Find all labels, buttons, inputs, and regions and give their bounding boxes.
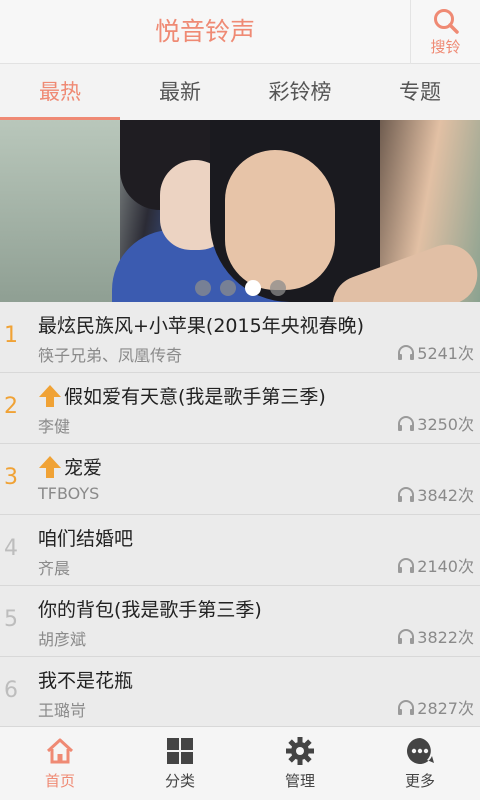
nav-home[interactable]: 首页 — [0, 727, 120, 800]
song-row[interactable]: 1 最炫民族风+小苹果(2015年央视春晚) 筷子兄弟、凤凰传奇 5241次 — [0, 302, 480, 373]
carousel-dot[interactable] — [269, 280, 286, 296]
headphone-icon — [398, 629, 415, 644]
artist-name: 筷子兄弟、凤凰传奇 — [38, 346, 183, 365]
carousel-dot-active[interactable] — [244, 280, 261, 296]
play-count: 3842次 — [397, 482, 474, 506]
carousel-dots — [0, 280, 480, 296]
song-title: 假如爱有天意(我是歌手第三季) — [38, 382, 326, 409]
carousel-dot[interactable] — [219, 280, 236, 296]
play-count: 5241次 — [397, 340, 474, 364]
artist-name: 李健 — [38, 417, 71, 436]
nav-home-label: 首页 — [44, 772, 75, 790]
nav-manage-label: 管理 — [284, 772, 315, 790]
grid-icon — [167, 738, 193, 764]
tab-newest[interactable]: 最新 — [120, 64, 240, 120]
home-icon — [46, 738, 74, 764]
nav-more-label: 更多 — [404, 772, 435, 790]
song-title: 你的背包(我是歌手第三季) — [38, 599, 262, 621]
banner-background — [0, 120, 120, 302]
play-count: 3822次 — [397, 624, 474, 648]
banner-figure-face-2 — [225, 150, 335, 290]
artist-name: 王璐岢 — [38, 701, 87, 720]
song-row[interactable]: 2 假如爱有天意(我是歌手第三季) 李健 3250次 — [0, 373, 480, 444]
nav-manage[interactable]: 管理 — [240, 727, 360, 800]
play-count: 3250次 — [397, 411, 474, 435]
search-button[interactable]: 搜铃 — [410, 0, 480, 64]
rank-number: 6 — [4, 678, 18, 703]
song-row[interactable]: 5 你的背包(我是歌手第三季) 胡彦斌 3822次 — [0, 586, 480, 657]
search-label: 搜铃 — [430, 38, 461, 56]
gear-icon — [286, 737, 314, 765]
rank-number: 3 — [4, 465, 18, 490]
rank-up-arrow-icon — [39, 384, 61, 407]
app-title: 悦音铃声 — [154, 17, 255, 46]
artist-name: TFBOYS — [38, 484, 100, 503]
tab-ringback-chart[interactable]: 彩铃榜 — [240, 64, 360, 120]
song-row[interactable]: 6 我不是花瓶 王璐岢 2827次 — [0, 657, 480, 728]
play-count: 2827次 — [397, 695, 474, 719]
bottom-nav: 首页 分类 管理 更多 — [0, 726, 480, 800]
carousel-dot[interactable] — [194, 280, 211, 296]
app-header: 悦音铃声 搜铃 — [0, 0, 480, 64]
song-row[interactable]: 4 咱们结婚吧 齐晨 2140次 — [0, 515, 480, 586]
artist-name: 齐晨 — [38, 559, 71, 578]
nav-more[interactable]: 更多 — [360, 727, 480, 800]
rank-number: 4 — [4, 536, 18, 561]
artist-name: 胡彦斌 — [38, 630, 87, 649]
search-icon — [433, 9, 459, 34]
tab-bar: 最热 最新 彩铃榜 专题 — [0, 64, 480, 120]
rank-number: 5 — [4, 607, 18, 632]
headphone-icon — [398, 487, 415, 502]
song-list: 1 最炫民族风+小苹果(2015年央视春晚) 筷子兄弟、凤凰传奇 5241次 2… — [0, 302, 480, 728]
nav-category-label: 分类 — [164, 772, 195, 790]
rank-number: 2 — [4, 394, 18, 419]
headphone-icon — [398, 558, 415, 573]
tab-topics[interactable]: 专题 — [360, 64, 480, 120]
rank-number: 1 — [4, 323, 18, 348]
song-title: 最炫民族风+小苹果(2015年央视春晚) — [38, 315, 365, 337]
song-title: 咱们结婚吧 — [38, 528, 134, 550]
song-title: 宠爱 — [38, 453, 102, 480]
song-title: 我不是花瓶 — [38, 670, 134, 692]
headphone-icon — [398, 345, 415, 360]
headphone-icon — [398, 416, 415, 431]
banner-carousel[interactable] — [0, 120, 480, 302]
nav-category[interactable]: 分类 — [120, 727, 240, 800]
rank-up-arrow-icon — [39, 455, 61, 478]
more-icon — [407, 738, 434, 764]
play-count: 2140次 — [397, 553, 474, 577]
tab-hottest[interactable]: 最热 — [0, 64, 120, 120]
song-row[interactable]: 3 宠爱 TFBOYS 3842次 — [0, 444, 480, 515]
headphone-icon — [398, 700, 415, 715]
